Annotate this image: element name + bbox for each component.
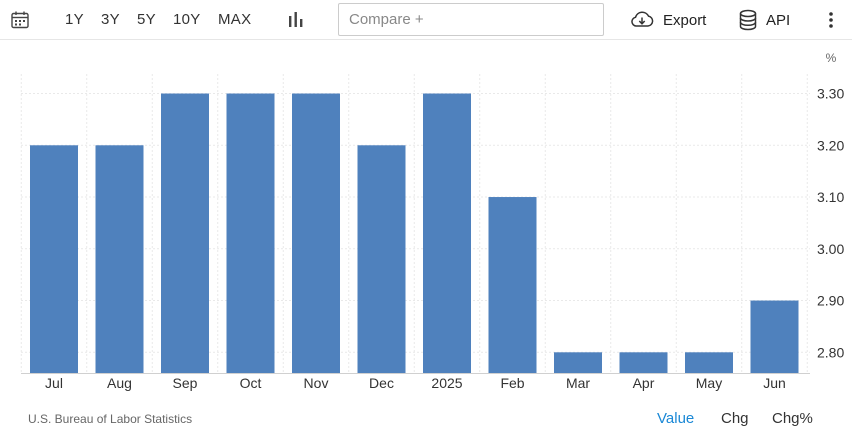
calendar-icon[interactable] (10, 10, 30, 30)
tab-chg[interactable]: Chg (721, 410, 749, 427)
y-tick-label: 3.10 (817, 189, 844, 205)
bar-mar[interactable] (554, 352, 602, 373)
x-tick-label: Feb (500, 375, 524, 391)
x-tick-label: Sep (173, 375, 198, 391)
bar-aug[interactable] (95, 145, 144, 373)
y-tick-label: 3.20 (817, 137, 844, 153)
chart-toolbar: 1Y 3Y 5Y 10Y MAX Export API (0, 0, 852, 40)
y-tick-label: 2.90 (817, 293, 844, 309)
tab-chg-percent[interactable]: Chg% (772, 410, 813, 427)
range-1y-button[interactable]: 1Y (65, 0, 84, 40)
bar-oct[interactable] (226, 93, 275, 374)
x-tick-label: Mar (566, 375, 590, 391)
bar-feb[interactable] (488, 197, 537, 373)
x-tick-label: May (696, 375, 722, 391)
bar-jun[interactable] (750, 300, 799, 373)
export-label: Export (663, 11, 707, 29)
range-max-button[interactable]: MAX (218, 0, 251, 40)
more-vertical-icon[interactable] (822, 10, 840, 30)
bar-chart-icon[interactable] (287, 11, 305, 29)
x-tick-label: Aug (107, 375, 132, 391)
y-tick-label: 3.00 (817, 241, 844, 257)
range-3y-button[interactable]: 3Y (101, 0, 120, 40)
api-label: API (766, 11, 791, 29)
bar-sep[interactable] (161, 93, 209, 374)
tab-value[interactable]: Value (657, 410, 694, 427)
x-tick-label: Jun (763, 375, 786, 391)
y-unit-label: % (826, 51, 837, 65)
x-tick-label: Jul (45, 375, 63, 391)
data-source: U.S. Bureau of Labor Statistics (28, 412, 193, 426)
bar-jul[interactable] (30, 145, 78, 373)
y-tick-label: 3.30 (817, 86, 844, 102)
range-5y-button[interactable]: 5Y (137, 0, 156, 40)
x-tick-label: Dec (369, 375, 394, 391)
x-tick-label: Oct (240, 375, 262, 391)
cloud-download-icon (631, 11, 654, 27)
export-button[interactable]: Export (629, 0, 706, 40)
bar-chart: % 2.80 2.90 3.00 3.10 3.20 3.30 Jul Aug Sep Oct Nov… (20, 51, 844, 391)
bar-apr[interactable] (619, 352, 668, 373)
bar-2025[interactable] (423, 93, 471, 374)
bar-may[interactable] (685, 352, 733, 373)
x-tick-label: Nov (304, 375, 329, 391)
api-button[interactable]: API (738, 0, 790, 40)
compare-input[interactable] (338, 3, 604, 36)
database-icon (739, 9, 757, 31)
x-tick-label: Apr (633, 375, 655, 391)
x-tick-label: 2025 (431, 375, 462, 391)
bar-nov[interactable] (292, 93, 340, 374)
y-tick-label: 2.80 (817, 344, 844, 360)
range-10y-button[interactable]: 10Y (173, 0, 201, 40)
bar-dec[interactable] (357, 145, 406, 373)
